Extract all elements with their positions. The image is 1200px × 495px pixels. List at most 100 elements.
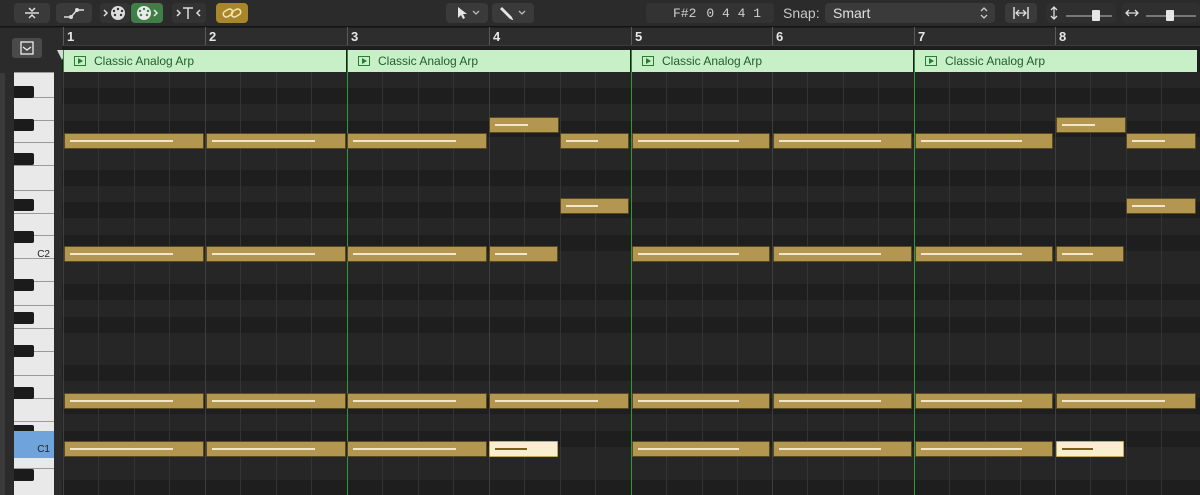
midi-note[interactable] <box>773 246 912 262</box>
midi-note[interactable] <box>632 441 770 457</box>
key-label-c1: C1 <box>37 444 50 455</box>
region-name: Classic Analog Arp <box>662 54 763 68</box>
white-key-divider <box>14 328 54 329</box>
midi-note[interactable] <box>489 117 559 133</box>
midi-note[interactable] <box>773 133 912 149</box>
midi-note[interactable] <box>632 246 770 262</box>
note-velocity-line <box>495 448 527 450</box>
ruler-bar-number: 1 <box>67 29 75 44</box>
midi-note[interactable] <box>64 441 204 457</box>
note-velocity-line <box>1062 448 1093 450</box>
region-header[interactable]: Classic Analog Arp <box>914 50 1197 72</box>
midi-note[interactable] <box>206 133 346 149</box>
region-play-icon <box>74 56 86 66</box>
black-key[interactable] <box>14 153 34 165</box>
midi-note[interactable] <box>632 133 770 149</box>
key-c1-highlight[interactable]: C1 <box>14 431 54 458</box>
snap-select[interactable]: Smart <box>825 3 995 23</box>
black-key[interactable] <box>14 312 34 324</box>
midi-note[interactable] <box>206 441 346 457</box>
midi-note[interactable] <box>489 393 629 409</box>
white-key-divider <box>14 190 54 191</box>
horizontal-zoom-icon <box>1125 9 1139 17</box>
midi-note[interactable] <box>347 246 487 262</box>
black-key[interactable] <box>14 279 34 291</box>
white-key-divider <box>14 165 54 166</box>
midi-note[interactable] <box>773 393 912 409</box>
region-header[interactable]: Classic Analog Arp <box>631 50 913 72</box>
midi-note[interactable] <box>64 133 204 149</box>
midi-note[interactable] <box>915 246 1053 262</box>
midi-note[interactable] <box>1056 393 1196 409</box>
midi-note[interactable] <box>915 441 1053 457</box>
midi-note[interactable] <box>1126 133 1196 149</box>
note-velocity-line <box>638 448 739 450</box>
midi-out-button[interactable] <box>131 3 163 23</box>
bar-ruler[interactable]: 1 2 3 4 5 6 7 8 <box>62 27 1200 46</box>
black-key[interactable] <box>14 387 34 399</box>
link-button[interactable] <box>216 3 248 23</box>
catch-icon <box>176 7 201 19</box>
midi-note-selected[interactable] <box>1056 441 1124 457</box>
pencil-tool-menu[interactable] <box>492 3 534 23</box>
midi-note[interactable] <box>1056 246 1124 262</box>
midi-note[interactable] <box>915 393 1053 409</box>
note-grid[interactable] <box>62 72 1200 495</box>
midi-note[interactable] <box>560 198 629 214</box>
region-header[interactable]: Classic Analog Arp <box>63 50 346 72</box>
midi-note[interactable] <box>489 246 558 262</box>
ruler-bar-tick <box>631 27 632 45</box>
midi-in-button[interactable] <box>100 3 130 23</box>
ruler-bar-number: 3 <box>351 29 359 44</box>
horizontal-zoom-slider[interactable] <box>1122 3 1200 23</box>
white-key-divider <box>14 305 54 306</box>
vertical-zoom-slider[interactable] <box>1046 3 1116 23</box>
midi-note-selected[interactable] <box>489 441 558 457</box>
midi-note[interactable] <box>773 441 912 457</box>
region-name: Classic Analog Arp <box>945 54 1046 68</box>
black-key[interactable] <box>14 469 34 481</box>
black-key[interactable] <box>14 231 34 243</box>
note-velocity-line <box>353 400 456 402</box>
note-velocity-line <box>212 400 315 402</box>
midi-note[interactable] <box>632 393 770 409</box>
black-key[interactable] <box>14 86 34 98</box>
midi-note[interactable] <box>64 246 204 262</box>
automation-button[interactable] <box>56 3 92 23</box>
region-menu-button[interactable] <box>12 38 42 58</box>
region-name: Classic Analog Arp <box>94 54 195 68</box>
note-velocity-line <box>1132 205 1165 207</box>
midi-note[interactable] <box>64 393 204 409</box>
midi-note[interactable] <box>347 133 487 149</box>
midi-note[interactable] <box>347 393 487 409</box>
midi-note[interactable] <box>206 246 346 262</box>
note-velocity-line <box>921 448 1022 450</box>
black-key[interactable] <box>14 345 34 357</box>
collapse-icon <box>25 7 39 19</box>
midi-note[interactable] <box>347 441 487 457</box>
catch-playhead-button[interactable] <box>172 3 206 23</box>
link-icon <box>222 8 242 18</box>
note-velocity-line <box>212 448 315 450</box>
ruler-bar-number: 5 <box>635 29 643 44</box>
fit-content-button[interactable] <box>1005 3 1037 23</box>
note-velocity-line <box>779 448 881 450</box>
lcd-position: 0 4 4 1 <box>706 5 762 21</box>
black-key[interactable] <box>14 119 34 131</box>
midi-note[interactable] <box>560 133 629 149</box>
midi-in-icon <box>103 6 125 20</box>
black-key[interactable] <box>14 199 34 211</box>
midi-note[interactable] <box>1126 198 1196 214</box>
white-key-divider <box>14 421 54 422</box>
region-header[interactable]: Classic Analog Arp <box>347 50 630 72</box>
note-velocity-line <box>638 253 739 255</box>
midi-note[interactable] <box>1056 117 1126 133</box>
piano-roll-editor: F#2 0 4 4 1 Snap: Smart C2 C1 1 2 3 4 5 … <box>0 0 1200 495</box>
vertical-zoom-icon <box>1050 6 1058 20</box>
midi-note[interactable] <box>206 393 346 409</box>
midi-note[interactable] <box>915 133 1053 149</box>
bar-line <box>489 72 490 495</box>
collapse-button[interactable] <box>14 3 50 23</box>
inspector-edge[interactable] <box>0 73 5 495</box>
pointer-tool-menu[interactable] <box>446 3 488 23</box>
